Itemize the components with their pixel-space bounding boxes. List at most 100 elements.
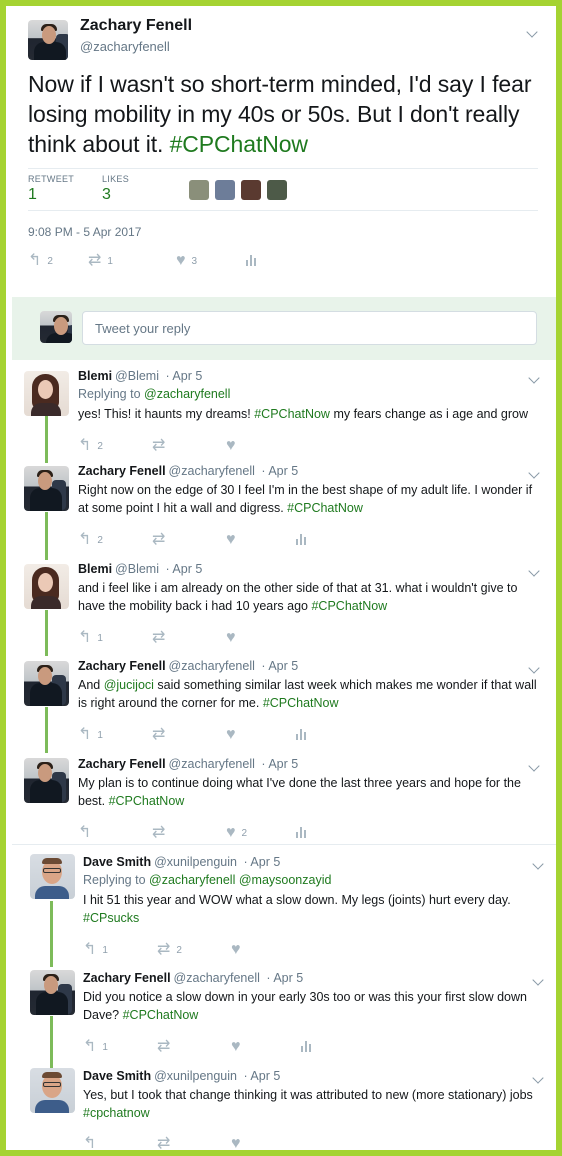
liker-avatar[interactable] (267, 180, 287, 200)
list-item[interactable]: Blemi @Blemi · Apr 5 and i feel like i am… (12, 556, 556, 654)
reply-button[interactable]: ↰ 1 (83, 1039, 108, 1055)
chevron-down-icon[interactable] (526, 27, 538, 39)
avatar[interactable] (30, 1068, 75, 1113)
author-name[interactable]: Zachary Fenell (78, 757, 166, 771)
retweet-button[interactable]: ⇄ (157, 1039, 170, 1055)
timestamp[interactable]: 9:08 PM - 5 Apr 2017 (28, 225, 141, 239)
list-item[interactable]: Dave Smith @xunilpenguin · Apr 5 Replying… (12, 846, 556, 962)
author-handle[interactable]: @zacharyfenell (80, 39, 170, 54)
retweet-button[interactable]: ⇄ (152, 825, 165, 841)
mention-link[interactable]: @zacharyfenell (144, 387, 230, 401)
reply-button[interactable]: ↰ 1 (78, 727, 103, 743)
reply-input[interactable]: Tweet your reply (82, 311, 537, 345)
tweet-time[interactable]: · Apr 5 (266, 971, 303, 985)
like-button[interactable]: ♥ (231, 1039, 241, 1055)
like-button[interactable]: ♥ (226, 532, 236, 548)
mention-link[interactable]: @maysoonzayid (239, 873, 332, 887)
retweet-button[interactable]: ⇄ (152, 438, 171, 454)
list-item[interactable]: Zachary Fenell @zacharyfenell · Apr 5 Did… (12, 962, 556, 1060)
analytics-button[interactable] (301, 1041, 311, 1052)
hashtag-link[interactable]: #CPChatNow (311, 599, 387, 613)
avatar[interactable] (24, 371, 69, 416)
hashtag-link[interactable]: #CPChatNow (287, 501, 363, 515)
author-handle[interactable]: @zacharyfenell (169, 757, 255, 771)
author-handle[interactable]: @Blemi (115, 562, 159, 576)
avatar[interactable] (30, 970, 75, 1015)
reply-button[interactable]: ↰ (83, 1136, 96, 1151)
chevron-down-icon[interactable] (528, 468, 540, 480)
author-handle[interactable]: @xunilpenguin (154, 1069, 237, 1083)
retweet-button[interactable]: ⇄ (152, 630, 165, 646)
author-name[interactable]: Blemi (78, 562, 112, 576)
tweet-time[interactable]: · Apr 5 (165, 562, 202, 576)
author-name[interactable]: Dave Smith (83, 855, 151, 869)
likes-count[interactable]: 3 (102, 186, 111, 204)
like-button[interactable]: ♥ (226, 727, 236, 743)
list-item[interactable]: Zachary Fenell @zacharyfenell · Apr 5 My … (12, 750, 556, 846)
reply-button[interactable]: ↰ 2 (78, 438, 103, 454)
tweet-time[interactable]: · Apr 5 (261, 464, 298, 478)
retweet-button[interactable]: ⇄ 1 (88, 253, 113, 269)
hashtag-link[interactable]: #CPChatNow (109, 794, 185, 808)
author-handle[interactable]: @Blemi (115, 369, 159, 383)
tweet-time[interactable]: · Apr 5 (261, 659, 298, 673)
tweet-time[interactable]: · Apr 5 (243, 855, 280, 869)
like-button[interactable]: ♥ 3 (176, 253, 197, 269)
author-handle[interactable]: @zacharyfenell (174, 971, 260, 985)
list-item[interactable]: Dave Smith @xunilpenguin · Apr 5 Yes, but… (12, 1060, 556, 1151)
chevron-down-icon[interactable] (532, 975, 544, 987)
author-name[interactable]: Zachary Fenell (78, 659, 166, 673)
tweet-time[interactable]: · Apr 5 (165, 369, 202, 383)
hashtag-link[interactable]: #CPChatNow (170, 131, 308, 157)
like-button[interactable]: ♥ (231, 1136, 241, 1151)
retweet-button[interactable]: ⇄ (152, 727, 165, 743)
list-item[interactable]: Zachary Fenell @zacharyfenell · Apr 5 Rig… (12, 458, 556, 556)
tweet-time[interactable]: · Apr 5 (243, 1069, 280, 1083)
like-button[interactable]: ♥ (226, 438, 242, 454)
chevron-down-icon[interactable] (528, 761, 540, 773)
reply-button[interactable]: ↰ 1 (83, 942, 108, 958)
author-handle[interactable]: @zacharyfenell (169, 464, 255, 478)
retweets-count[interactable]: 1 (28, 186, 37, 204)
reply-button[interactable]: ↰ 2 (28, 253, 53, 269)
like-button[interactable]: ♥ 2 (226, 825, 247, 841)
mention-link[interactable]: @zacharyfenell (149, 873, 235, 887)
analytics-button[interactable] (246, 255, 256, 266)
analytics-button[interactable] (296, 729, 306, 740)
hashtag-link[interactable]: #CPChatNow (254, 407, 330, 421)
list-item[interactable]: Zachary Fenell @zacharyfenell · Apr 5 And… (12, 654, 556, 750)
author-name[interactable]: Zachary Fenell (80, 17, 192, 35)
author-name[interactable]: Zachary Fenell (78, 464, 166, 478)
author-handle[interactable]: @zacharyfenell (169, 659, 255, 673)
chevron-down-icon[interactable] (528, 373, 540, 385)
author-name[interactable]: Blemi (78, 369, 112, 383)
avatar[interactable] (28, 20, 68, 60)
reply-button[interactable]: ↰ 2 (78, 532, 103, 548)
avatar[interactable] (24, 466, 69, 511)
avatar[interactable] (24, 661, 69, 706)
liker-avatar[interactable] (189, 180, 209, 200)
chevron-down-icon[interactable] (532, 859, 544, 871)
hashtag-link[interactable]: #CPChatNow (263, 696, 339, 710)
analytics-button[interactable] (296, 827, 306, 838)
hashtag-link[interactable]: #CPsucks (83, 911, 139, 925)
mention-link[interactable]: @jucijoci (104, 678, 154, 692)
avatar[interactable] (30, 854, 75, 899)
reply-button[interactable]: ↰ (78, 825, 91, 841)
chevron-down-icon[interactable] (532, 1073, 544, 1085)
retweet-button[interactable]: ⇄ 2 (157, 942, 182, 958)
author-name[interactable]: Dave Smith (83, 1069, 151, 1083)
chevron-down-icon[interactable] (528, 663, 540, 675)
chevron-down-icon[interactable] (528, 566, 540, 578)
analytics-button[interactable] (296, 534, 306, 545)
avatar[interactable] (24, 758, 69, 803)
author-handle[interactable]: @xunilpenguin (154, 855, 237, 869)
liker-avatar[interactable] (241, 180, 261, 200)
retweet-button[interactable]: ⇄ (157, 1136, 170, 1151)
reply-button[interactable]: ↰ 1 (78, 630, 103, 646)
liker-avatar[interactable] (215, 180, 235, 200)
tweet-time[interactable]: · Apr 5 (261, 757, 298, 771)
avatar[interactable] (24, 564, 69, 609)
like-button[interactable]: ♥ (231, 942, 241, 958)
like-button[interactable]: ♥ (226, 630, 236, 646)
